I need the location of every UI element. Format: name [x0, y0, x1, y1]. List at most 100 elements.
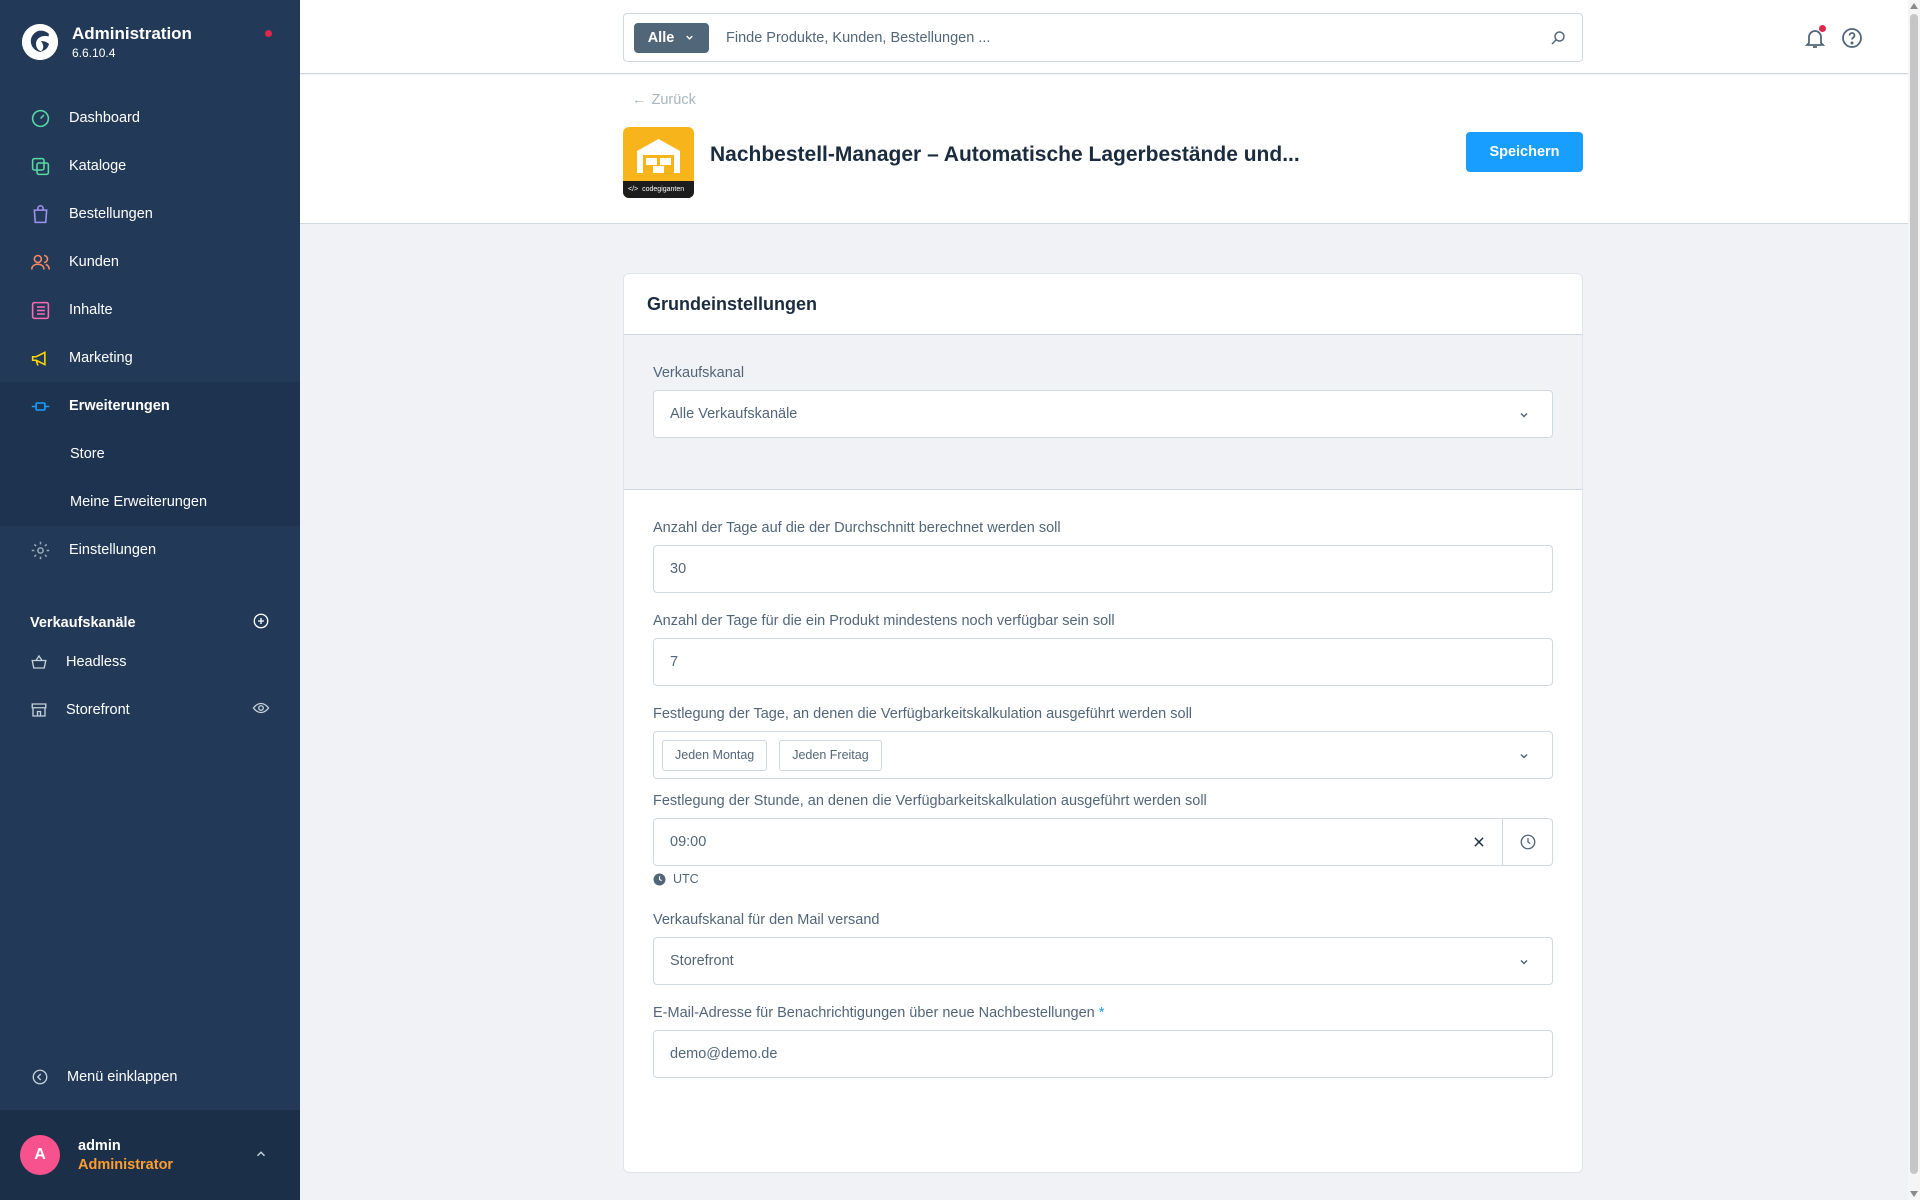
app-logo: </> codegiganten: [623, 127, 694, 198]
back-link[interactable]: ← Zurück: [632, 92, 696, 108]
timezone-hint: UTC: [653, 872, 1553, 886]
add-sales-channel-icon[interactable]: [252, 612, 270, 634]
nav-item-dashboard[interactable]: Dashboard: [0, 94, 300, 142]
arrow-left-icon: ←: [632, 92, 647, 108]
collapse-label: Menü einklappen: [67, 1069, 178, 1085]
eye-icon[interactable]: [252, 699, 270, 721]
content-icon: [29, 299, 51, 321]
nav-item-einstellungen[interactable]: Einstellungen: [0, 526, 300, 574]
required-mark: *: [1098, 1005, 1105, 1021]
bag-icon: [29, 203, 51, 225]
save-button[interactable]: Speichern: [1466, 132, 1583, 172]
user-role: Administrator: [78, 1156, 174, 1173]
search-icon[interactable]: [1549, 29, 1567, 47]
shopware-logo-icon: [22, 24, 58, 60]
weekdays-group: Festlegung der Tage, an denen die Verfüg…: [653, 706, 1553, 779]
back-label: Zurück: [651, 92, 696, 108]
mail-channel-label: Verkaufskanal für den Mail versand: [653, 912, 880, 928]
sales-channel-value: Alle Verkaufskanäle: [670, 406, 798, 422]
avg-days-input[interactable]: 30: [653, 545, 1553, 593]
clock-icon: [1520, 834, 1535, 850]
nav-item-erweiterungen[interactable]: Erweiterungen: [0, 382, 300, 430]
email-value: demo@demo.de: [670, 1046, 778, 1062]
sales-channels-header: Verkaufskanäle: [0, 608, 300, 638]
warehouse-icon: [637, 139, 680, 173]
help-icon[interactable]: [1840, 26, 1864, 50]
time-picker: 09:00: [653, 818, 1553, 866]
chevron-left-circle-icon: [32, 1069, 48, 1085]
sales-channel-label: Headless: [66, 654, 127, 670]
vendor-band: </> codegiganten: [623, 181, 694, 198]
min-days-label: Anzahl der Tage für die ein Produkt mind…: [653, 613, 1115, 629]
hour-label: Festlegung der Stunde, an denen die Verf…: [653, 793, 1207, 809]
nav-item-meine-erweiterungen[interactable]: Meine Erweiterungen: [0, 478, 300, 526]
mail-channel-value: Storefront: [670, 953, 734, 969]
weekdays-multiselect[interactable]: Jeden Montag Jeden Freitag: [653, 731, 1553, 779]
hour-value: 09:00: [670, 834, 707, 850]
gear-icon: [29, 539, 51, 561]
clear-icon[interactable]: [1472, 835, 1486, 849]
brand-title: Administration: [72, 24, 192, 43]
user-menu[interactable]: A admin Administrator: [0, 1110, 300, 1200]
chevron-down-icon: [686, 35, 694, 40]
chevron-down-icon: [1520, 753, 1528, 759]
scroll-up-icon[interactable]: [1910, 3, 1918, 9]
nav-submenu: Store Meine Erweiterungen: [0, 430, 300, 526]
search-type-label: Alle: [647, 29, 675, 46]
email-label-row: E-Mail-Adresse für Benachrichtigungen üb…: [653, 1005, 1553, 1021]
nav-label: Meine Erweiterungen: [70, 494, 208, 510]
nav-label: Kataloge: [69, 158, 127, 174]
scroll-thumb[interactable]: [1910, 14, 1918, 1174]
smart-bar: ← Zurück </> codegiganten Nachbestell-Ma…: [300, 75, 1908, 224]
nav-label: Kunden: [69, 254, 119, 270]
nav-item-kataloge[interactable]: Kataloge: [0, 142, 300, 190]
nav-item-marketing[interactable]: Marketing: [0, 334, 300, 382]
email-group: E-Mail-Adresse für Benachrichtigungen üb…: [653, 1005, 1553, 1078]
email-label: E-Mail-Adresse für Benachrichtigungen üb…: [653, 1005, 1095, 1021]
search-input[interactable]: [726, 29, 1549, 46]
clock-button[interactable]: [1503, 818, 1553, 866]
nav-label: Erweiterungen: [69, 398, 170, 414]
brand-version: 6.6.10.4: [72, 46, 116, 60]
top-bar: Alle: [300, 0, 1908, 74]
nav-label: Marketing: [69, 350, 133, 366]
vendor-name: codegiganten: [642, 186, 685, 193]
email-input[interactable]: demo@demo.de: [653, 1030, 1553, 1078]
nav-item-bestellungen[interactable]: Bestellungen: [0, 190, 300, 238]
sales-channel-storefront[interactable]: Storefront: [0, 686, 300, 734]
sales-channel-label: Verkaufskanal: [653, 365, 745, 381]
page-scrollbar[interactable]: [1908, 0, 1920, 1200]
nav-item-store[interactable]: Store: [0, 430, 300, 478]
page-title: Nachbestell-Manager – Automatische Lager…: [710, 143, 1300, 166]
weekday-tag[interactable]: Jeden Montag: [662, 739, 768, 771]
basket-icon: [31, 654, 47, 669]
sales-channels-title: Verkaufskanäle: [30, 615, 136, 631]
brand: Administration 6.6.10.4: [0, 0, 300, 84]
nav-item-kunden[interactable]: Kunden: [0, 238, 300, 286]
users-icon: [29, 251, 51, 273]
chevron-down-icon: [1520, 959, 1528, 965]
min-days-value: 7: [670, 654, 679, 670]
mail-channel-select[interactable]: Storefront: [653, 937, 1553, 985]
sidebar: Administration 6.6.10.4 Dashboard Katalo…: [0, 0, 300, 1200]
search-type-select[interactable]: Alle: [634, 22, 709, 53]
clock-filled-icon: [653, 873, 666, 885]
weekday-tag[interactable]: Jeden Freitag: [779, 739, 882, 771]
sales-channel-headless[interactable]: Headless: [0, 638, 300, 686]
avg-days-value: 30: [670, 561, 687, 577]
chevron-up-icon: [256, 1151, 266, 1157]
chevron-down-icon: [1520, 412, 1528, 418]
min-days-input[interactable]: 7: [653, 638, 1553, 686]
nav-label: Dashboard: [69, 110, 140, 126]
nav-item-inhalte[interactable]: Inhalte: [0, 286, 300, 334]
mail-channel-group: Verkaufskanal für den Mail versand Store…: [653, 912, 1553, 985]
avg-days-label: Anzahl der Tage auf die der Durchschnitt…: [653, 520, 1061, 536]
scroll-down-icon[interactable]: [1910, 1191, 1918, 1197]
notification-badge: [1819, 25, 1826, 32]
hour-input[interactable]: 09:00: [653, 818, 1503, 866]
sales-channel-select[interactable]: Alle Verkaufskanäle: [653, 390, 1553, 438]
code-icon: </>: [628, 186, 639, 193]
avatar: A: [20, 1135, 60, 1175]
storefront-icon: [31, 703, 47, 717]
collapse-menu-button[interactable]: Menü einklappen: [0, 1053, 300, 1101]
